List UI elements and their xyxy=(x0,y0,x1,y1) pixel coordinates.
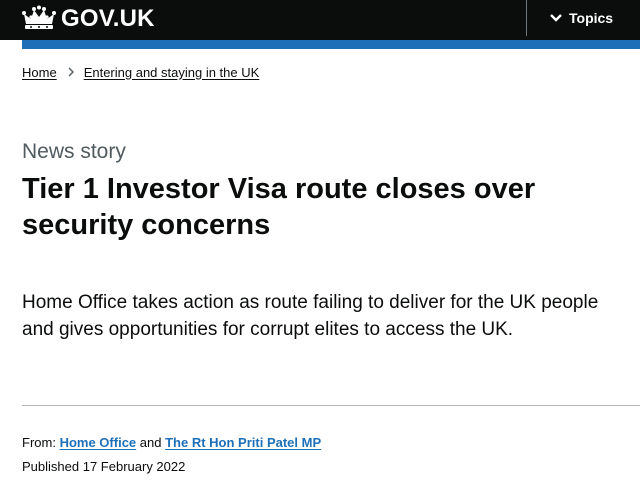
header-divider xyxy=(526,0,527,36)
topics-label: Topics xyxy=(569,10,614,26)
metadata-published: Published 17 February 2022 xyxy=(22,458,185,476)
chevron-down-icon xyxy=(550,14,562,22)
site-header: GOV.UK Topics xyxy=(0,0,640,40)
section-divider xyxy=(22,405,640,406)
topics-menu-button[interactable]: Topics xyxy=(549,0,613,36)
govuk-logo-link[interactable]: GOV.UK xyxy=(22,3,155,35)
page-caption: News story xyxy=(22,140,126,163)
breadcrumb-home-link[interactable]: Home xyxy=(22,65,57,80)
breadcrumb: Home Entering and staying in the UK xyxy=(22,63,259,81)
page-title: Tier 1 Investor Visa route closes over s… xyxy=(22,173,536,241)
and-text: and xyxy=(139,435,162,450)
logo-text: GOV.UK xyxy=(61,5,155,32)
published-date: 17 February 2022 xyxy=(82,459,186,474)
metadata-from: From: Home Office and The Rt Hon Priti P… xyxy=(22,434,321,452)
crown-icon xyxy=(22,5,56,29)
from-label: From: xyxy=(22,435,56,450)
chevron-right-icon xyxy=(68,67,74,77)
lead-paragraph: Home Office takes action as route failin… xyxy=(22,292,599,340)
home-office-link[interactable]: Home Office xyxy=(60,435,137,450)
header-blue-bar xyxy=(22,40,640,49)
published-label: Published xyxy=(22,459,80,474)
breadcrumb-entering-staying-link[interactable]: Entering and staying in the UK xyxy=(84,65,260,80)
priti-patel-link[interactable]: The Rt Hon Priti Patel MP xyxy=(165,435,321,450)
